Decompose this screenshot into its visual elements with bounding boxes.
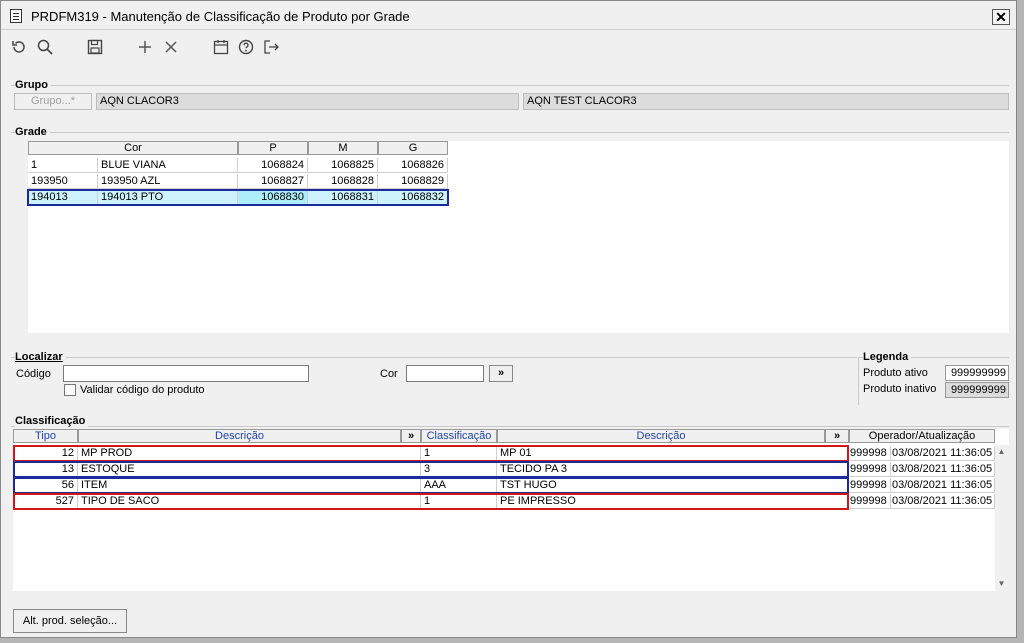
grade-cell-p: 1068824	[238, 158, 308, 173]
clas-col-descricao[interactable]: Descrição	[78, 429, 401, 443]
clas-expand-button-1[interactable]: »	[401, 429, 421, 443]
grade-label: Grade	[15, 126, 50, 138]
clas-expand-button-2[interactable]: »	[825, 429, 849, 443]
grade-col-cor[interactable]: Cor	[28, 141, 238, 155]
clas-cell-classificacao: 3	[421, 462, 497, 477]
produto-inativo-label: Produto inativo	[863, 383, 937, 395]
clas-cell-operador: 999998	[849, 478, 891, 493]
grupo-button[interactable]: Grupo...*	[14, 93, 92, 110]
codigo-label: Código	[16, 368, 51, 380]
grade-cell-p: 1068827	[238, 174, 308, 189]
grupo-code-field: AQN CLACOR3	[96, 93, 519, 110]
clas-cell-tipo: 56	[13, 478, 78, 493]
exit-icon[interactable]	[261, 38, 281, 58]
grade-cell-g: 1068832	[378, 190, 448, 205]
grade-cell-name: 194013 PTO	[98, 190, 238, 205]
clas-cell-atualizacao: 03/08/2021 11:36:05	[891, 494, 995, 509]
grupo-name-field: AQN TEST CLACOR3	[523, 93, 1009, 110]
clas-cell-operador: 999998	[849, 446, 891, 461]
grupo-label: Grupo	[15, 79, 51, 91]
clas-cell-descricao: ESTOQUE	[78, 462, 421, 477]
clas-cell-descricao: ITEM	[78, 478, 421, 493]
classificacao-scrollbar[interactable]: ▲ ▼	[995, 445, 1009, 591]
grade-cell-m: 1068831	[308, 190, 378, 205]
clas-cell-classificacao: AAA	[421, 478, 497, 493]
clas-cell-descricao: MP PROD	[78, 446, 421, 461]
clas-cell-descricao: TIPO DE SACO	[78, 494, 421, 509]
window-title: PRDFM319 - Manutenção de Classificação d…	[31, 9, 410, 24]
cor-label: Cor	[380, 368, 398, 380]
grade-cell-g: 1068829	[378, 174, 448, 189]
clas-col-operador[interactable]: Operador/Atualização	[849, 429, 995, 443]
search-icon[interactable]	[35, 38, 55, 58]
scroll-up-icon[interactable]: ▲	[996, 445, 1007, 458]
refresh-icon[interactable]	[9, 38, 29, 58]
validar-label: Validar código do produto	[80, 384, 205, 396]
clas-cell-descricao2: PE IMPRESSO	[497, 494, 849, 509]
localizar-label: Localizar	[15, 351, 66, 363]
grade-col-p[interactable]: P	[238, 141, 308, 155]
produto-ativo-label: Produto ativo	[863, 367, 928, 379]
grade-col-m[interactable]: M	[308, 141, 378, 155]
localizar-go-button[interactable]: »	[489, 365, 513, 382]
grade-cell-name: BLUE VIANA	[98, 158, 238, 173]
grade-cell-code: 193950	[28, 174, 98, 189]
clas-col-descricao2[interactable]: Descrição	[497, 429, 825, 443]
classificacao-label: Classificação	[15, 415, 89, 427]
legenda-label: Legenda	[863, 351, 912, 363]
grade-cell-m: 1068828	[308, 174, 378, 189]
grade-cell-name: 193950 AZL	[98, 174, 238, 189]
clas-cell-descricao2: TST HUGO	[497, 478, 849, 493]
grade-cell-m: 1068825	[308, 158, 378, 173]
clas-col-tipo[interactable]: Tipo	[13, 429, 78, 443]
alt-prod-selecao-button[interactable]: Alt. prod. seleção...	[13, 609, 127, 633]
produto-ativo-sample: 999999999	[945, 365, 1009, 381]
grade-cell-code: 1	[28, 158, 98, 173]
grade-cell-g: 1068826	[378, 158, 448, 173]
grade-grid[interactable]: Cor P M G 1 BLUE VIANA 1068824 1068825 1…	[27, 141, 1009, 333]
scroll-down-icon[interactable]: ▼	[996, 577, 1007, 590]
clas-cell-classificacao: 1	[421, 446, 497, 461]
title-bar: PRDFM319 - Manutenção de Classificação d…	[1, 1, 1016, 30]
classificacao-grid[interactable]: Tipo Descrição » Classificação Descrição…	[13, 429, 1009, 591]
codigo-input[interactable]	[63, 365, 309, 382]
clas-cell-tipo: 13	[13, 462, 78, 477]
clas-cell-classificacao: 1	[421, 494, 497, 509]
document-icon	[10, 9, 22, 23]
help-icon[interactable]	[236, 38, 256, 58]
produto-inativo-sample: 999999999	[945, 382, 1009, 398]
clas-cell-descricao2: TECIDO PA 3	[497, 462, 849, 477]
clas-cell-tipo: 527	[13, 494, 78, 509]
clas-cell-atualizacao: 03/08/2021 11:36:05	[891, 446, 995, 461]
validar-checkbox[interactable]	[64, 384, 76, 396]
clas-cell-operador: 999998	[849, 462, 891, 477]
grade-cell-p: 1068830	[238, 190, 308, 205]
clas-cell-atualizacao: 03/08/2021 11:36:05	[891, 462, 995, 477]
delete-icon[interactable]	[161, 38, 181, 58]
clas-cell-operador: 999998	[849, 494, 891, 509]
clas-col-classificacao[interactable]: Classificação	[421, 429, 497, 443]
add-icon[interactable]	[135, 38, 155, 58]
grade-cell-code: 194013	[28, 190, 98, 205]
clas-cell-descricao2: MP 01	[497, 446, 849, 461]
save-icon[interactable]	[85, 38, 105, 58]
clas-cell-atualizacao: 03/08/2021 11:36:05	[891, 478, 995, 493]
calendar-icon[interactable]	[211, 38, 231, 58]
toolbar	[1, 30, 1016, 64]
cor-input[interactable]	[406, 365, 484, 382]
clas-cell-tipo: 12	[13, 446, 78, 461]
background-strip	[1017, 0, 1024, 643]
close-button[interactable]: ✕	[992, 9, 1010, 25]
main-window: PRDFM319 - Manutenção de Classificação d…	[0, 0, 1017, 638]
grade-col-g[interactable]: G	[378, 141, 448, 155]
